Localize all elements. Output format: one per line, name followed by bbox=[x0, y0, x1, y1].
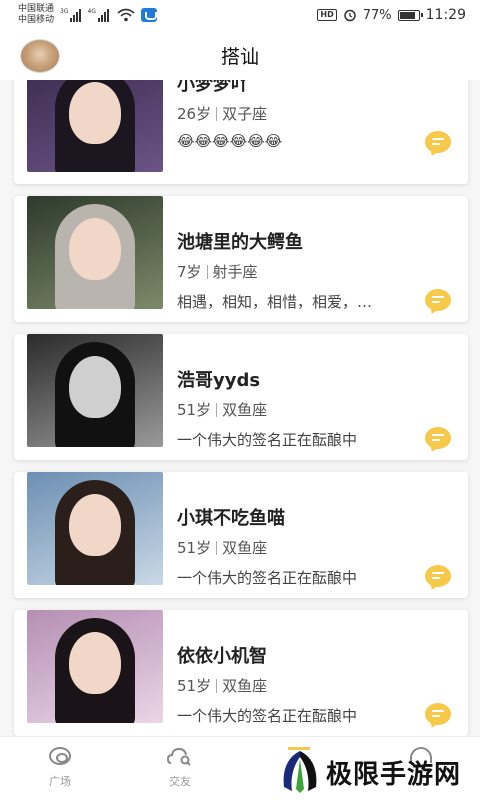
user-name[interactable]: 小琪不吃鱼喵 bbox=[177, 504, 285, 530]
signal-icon-2: 4G bbox=[87, 8, 109, 22]
user-age: 26岁 bbox=[177, 105, 212, 123]
user-photo[interactable] bbox=[27, 196, 163, 309]
eye-ring-icon bbox=[47, 745, 73, 767]
user-zodiac: 射手座 bbox=[212, 263, 258, 281]
cloud-search-icon bbox=[166, 745, 193, 767]
chat-icon[interactable] bbox=[425, 703, 451, 725]
user-card[interactable]: 依依小机智 51岁 双鱼座 一个伟大的签名正在酝酿中 bbox=[14, 610, 468, 736]
tab-square[interactable]: 广场 bbox=[30, 745, 90, 789]
user-zodiac: 双鱼座 bbox=[222, 401, 268, 419]
tab-friends[interactable]: 交友 bbox=[150, 745, 210, 789]
app-notification-icon bbox=[140, 8, 157, 22]
user-card[interactable]: 池塘里的大鳄鱼 7岁 射手座 相遇，相知，相惜，相爱，… bbox=[14, 196, 468, 322]
chat-icon[interactable] bbox=[425, 289, 451, 311]
user-zodiac: 双鱼座 bbox=[222, 677, 268, 695]
user-name[interactable]: 依依小机智 bbox=[177, 642, 267, 668]
alarm-icon bbox=[343, 9, 356, 22]
app-header: 搭讪 bbox=[0, 30, 480, 80]
chat-icon[interactable] bbox=[425, 427, 451, 449]
user-zodiac: 双子座 bbox=[222, 105, 268, 123]
user-zodiac: 双鱼座 bbox=[222, 539, 268, 557]
carrier-1: 中国联通 bbox=[18, 4, 55, 14]
user-signature: 😂😂😂😂😂😂 bbox=[177, 132, 283, 150]
tab-label: 交友 bbox=[169, 775, 191, 788]
status-bar: 中国联通 中国移动 3G 4G HD 77% 11:29 bbox=[0, 0, 480, 30]
wifi-icon bbox=[117, 8, 135, 22]
user-age: 51岁 bbox=[177, 539, 212, 557]
user-meta: 51岁 双鱼座 bbox=[177, 399, 267, 420]
user-name[interactable]: 池塘里的大鳄鱼 bbox=[177, 228, 303, 254]
user-photo[interactable] bbox=[27, 334, 163, 447]
hd-icon: HD bbox=[317, 9, 337, 21]
user-meta: 26岁 双子座 bbox=[177, 103, 267, 124]
clock: 11:29 bbox=[425, 7, 466, 23]
user-signature: 相遇，相知，相惜，相爱，… bbox=[177, 293, 373, 311]
chat-icon[interactable] bbox=[425, 131, 451, 153]
user-name[interactable]: 小梦梦吖 bbox=[177, 80, 249, 96]
user-age: 7岁 bbox=[177, 263, 202, 281]
user-age: 51岁 bbox=[177, 677, 212, 695]
tab-label: 广场 bbox=[49, 775, 71, 788]
user-age: 51岁 bbox=[177, 401, 212, 419]
user-meta: 51岁 双鱼座 bbox=[177, 675, 267, 696]
user-photo[interactable] bbox=[27, 472, 163, 585]
user-signature: 一个伟大的签名正在酝酿中 bbox=[177, 707, 358, 725]
net-type-1: 3G bbox=[60, 8, 69, 15]
bottom-tab-bar: 广场 交友 极限手游网 bbox=[0, 736, 480, 800]
user-list[interactable]: 小梦梦吖 26岁 双子座 😂😂😂😂😂😂 池塘里的大鳄鱼 7岁 射手座 相遇，相知，相… bbox=[0, 80, 480, 736]
my-avatar[interactable] bbox=[20, 39, 60, 73]
signal-icon-1: 3G bbox=[60, 8, 82, 22]
user-card[interactable]: 小琪不吃鱼喵 51岁 双鱼座 一个伟大的签名正在酝酿中 bbox=[14, 472, 468, 598]
carrier-names: 中国联通 中国移动 bbox=[18, 4, 54, 26]
user-card[interactable]: 小梦梦吖 26岁 双子座 😂😂😂😂😂😂 bbox=[14, 80, 468, 184]
net-type-2: 4G bbox=[87, 8, 96, 15]
user-card[interactable]: 浩哥yyds 51岁 双鱼座 一个伟大的签名正在酝酿中 bbox=[14, 334, 468, 460]
chat-icon[interactable] bbox=[425, 565, 451, 587]
watermark-text: 极限手游网 bbox=[326, 759, 462, 790]
user-photo[interactable] bbox=[27, 610, 163, 723]
battery-icon bbox=[397, 9, 423, 21]
watermark: 极限手游网 bbox=[278, 748, 474, 796]
battery-percent: 77% bbox=[362, 7, 392, 23]
carrier-2: 中国移动 bbox=[18, 15, 55, 25]
watermark-logo-icon bbox=[278, 749, 322, 795]
user-photo[interactable] bbox=[27, 80, 163, 172]
page-title: 搭讪 bbox=[220, 45, 259, 68]
user-meta: 7岁 射手座 bbox=[177, 261, 258, 282]
user-meta: 51岁 双鱼座 bbox=[177, 537, 267, 558]
user-signature: 一个伟大的签名正在酝酿中 bbox=[177, 569, 358, 587]
user-signature: 一个伟大的签名正在酝酿中 bbox=[177, 431, 358, 449]
user-name[interactable]: 浩哥yyds bbox=[177, 366, 260, 392]
